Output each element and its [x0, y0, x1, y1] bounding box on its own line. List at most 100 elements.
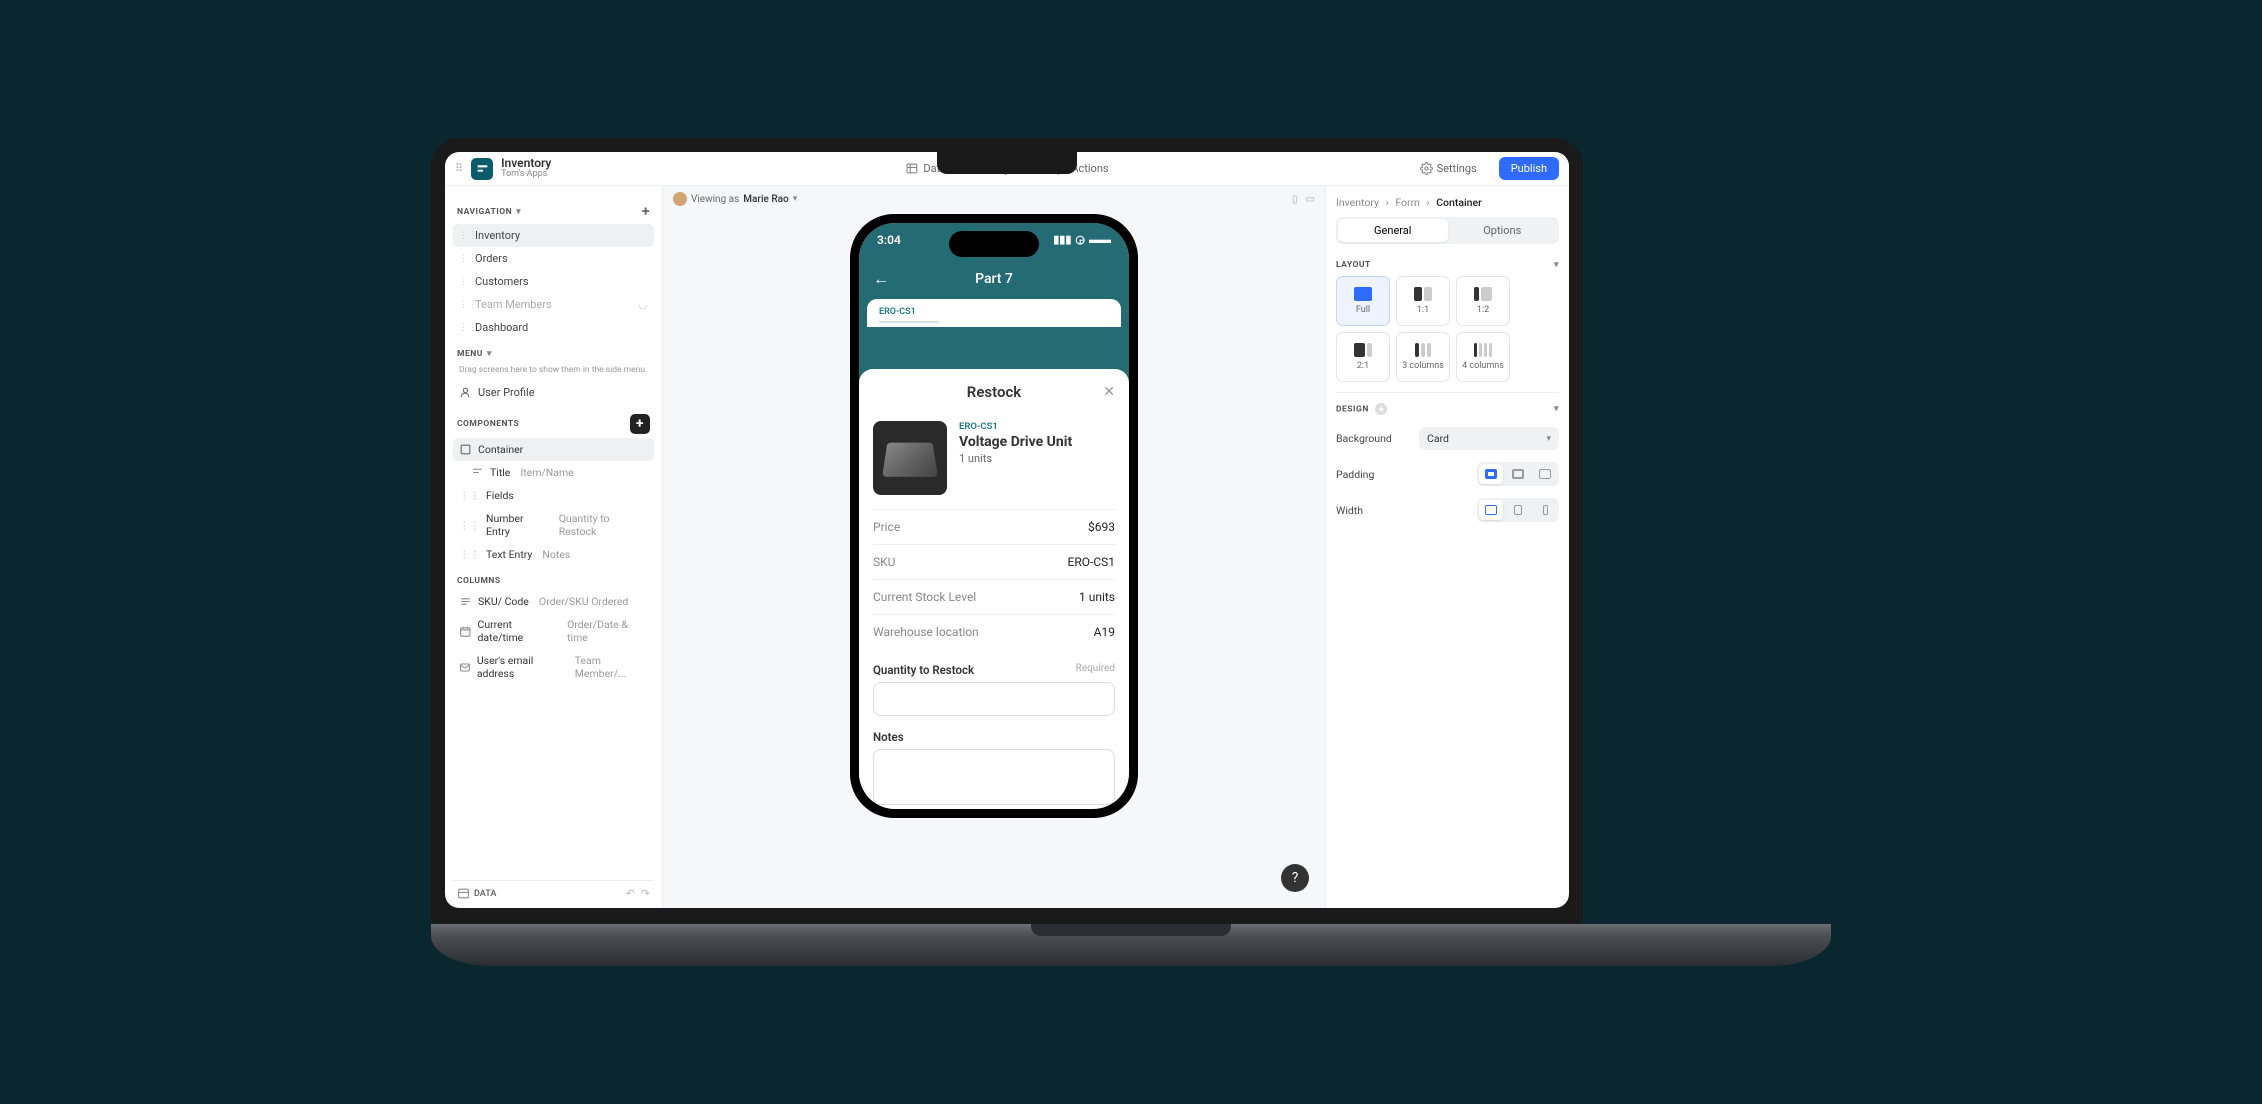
tab-options[interactable]: Options: [1448, 219, 1558, 242]
restock-sheet: Restock ✕ ERO-CS1 Voltage Drive Unit: [859, 369, 1129, 809]
close-icon[interactable]: ✕: [1103, 384, 1115, 400]
right-panel: Inventory › Form › Container General Opt…: [1325, 186, 1569, 908]
app-logo: [471, 158, 493, 180]
wifi-icon: ◶: [1075, 233, 1085, 246]
back-icon[interactable]: ←: [873, 269, 889, 289]
padding-opt-1[interactable]: [1479, 464, 1503, 484]
title-icon: [471, 466, 484, 479]
component-title[interactable]: Title Item/Name: [453, 461, 654, 484]
design-section-label: DESIGN: [1336, 405, 1369, 415]
signal-icon: ▮▮▮: [1053, 233, 1071, 246]
avatar: [673, 192, 687, 206]
hidden-icon: ◡: [638, 298, 648, 311]
qty-input[interactable]: [873, 682, 1115, 716]
status-icons: ▮▮▮ ◶ ▬▬: [1053, 233, 1111, 246]
chevron-down-icon[interactable]: ▾: [487, 349, 492, 359]
notes-input[interactable]: [873, 749, 1115, 805]
redo-icon[interactable]: ↷: [641, 887, 650, 900]
mail-icon: [459, 661, 471, 674]
crumb-form[interactable]: Form: [1395, 196, 1419, 209]
notes-label: Notes: [873, 730, 904, 744]
component-fields[interactable]: ⋮⋮ Fields: [453, 484, 654, 507]
text-icon: [459, 595, 472, 608]
layout-opt-full[interactable]: Full: [1336, 276, 1390, 326]
nav-item-user-profile[interactable]: User Profile: [453, 381, 654, 404]
undo-icon[interactable]: ↶: [626, 887, 635, 900]
peek-sku: ERO-CS1: [879, 307, 1109, 317]
layout-opt-1-1[interactable]: 1:1: [1396, 276, 1450, 326]
nav-item-customers[interactable]: ⋮⋮Customers: [453, 270, 654, 293]
viewing-as-user[interactable]: Marie Rao: [743, 194, 788, 205]
canvas: Viewing as Marie Rao ▾ ▯ ▭: [663, 186, 1325, 908]
calendar-icon: [459, 625, 472, 638]
component-number-entry[interactable]: ⋮⋮ Number Entry Quantity to Restock: [453, 507, 654, 543]
row-stock: Current Stock Level 1 units: [873, 580, 1115, 615]
publish-button[interactable]: Publish: [1499, 157, 1559, 180]
battery-icon: ▬▬: [1089, 233, 1111, 246]
left-panel: NAVIGATION ▾ + ⋮⋮Inventory ⋮⋮Orders ⋮⋮Cu…: [445, 186, 663, 908]
status-time: 3:04: [877, 233, 901, 247]
sheet-title: Restock: [967, 383, 1021, 401]
settings-button[interactable]: Settings: [1408, 157, 1489, 180]
user-icon: [459, 386, 472, 399]
padding-opt-3[interactable]: [1533, 464, 1557, 484]
columns-section-label: COLUMNS: [457, 576, 501, 586]
menu-section-label: MENU: [457, 349, 483, 359]
crumb-container: Container: [1436, 196, 1482, 209]
info-icon[interactable]: ✦: [1375, 403, 1387, 415]
column-email[interactable]: User's email address Team Member/...: [453, 649, 654, 685]
nav-item-dashboard[interactable]: ⋮⋮Dashboard: [453, 316, 654, 339]
width-label: Width: [1336, 504, 1363, 517]
product-name: Voltage Drive Unit: [959, 434, 1072, 450]
required-label: Required: [1076, 663, 1115, 677]
product-image: [873, 421, 947, 495]
crumb-inventory[interactable]: Inventory: [1336, 196, 1379, 209]
viewing-as-label: Viewing as: [691, 194, 739, 205]
width-toggle: [1477, 498, 1559, 522]
container-icon: [459, 443, 472, 456]
padding-label: Padding: [1336, 468, 1374, 481]
help-button[interactable]: ?: [1281, 864, 1309, 892]
layout-opt-1-2[interactable]: 1:2: [1456, 276, 1510, 326]
data-footer-button[interactable]: DATA: [457, 887, 496, 900]
padding-opt-2[interactable]: [1506, 464, 1530, 484]
column-date[interactable]: Current date/time Order/Date & time: [453, 613, 654, 649]
add-component-button[interactable]: +: [630, 414, 650, 434]
product-sku: ERO-CS1: [959, 421, 1072, 432]
mobile-icon[interactable]: ▯: [1292, 194, 1298, 205]
layout-section-label: LAYOUT: [1336, 260, 1371, 270]
menu-hint: Drag screens here to show them in the si…: [453, 363, 654, 381]
row-price: Price $693: [873, 510, 1115, 545]
product-units: 1 units: [959, 452, 1072, 465]
desktop-icon[interactable]: ▭: [1306, 194, 1315, 205]
layout-opt-2-1[interactable]: 2:1: [1336, 332, 1390, 382]
background-label: Background: [1336, 432, 1392, 445]
app-menu-grid-icon[interactable]: ⠿: [455, 162, 463, 175]
row-sku: SKU ERO-CS1: [873, 545, 1115, 580]
components-section-label: COMPONENTS: [457, 419, 519, 429]
breadcrumb: Inventory › Form › Container: [1336, 194, 1559, 217]
layout-opt-4col[interactable]: 4 columns: [1456, 332, 1510, 382]
component-container[interactable]: Container: [453, 438, 654, 461]
chevron-down-icon[interactable]: ▾: [1554, 260, 1559, 270]
navigation-section-label: NAVIGATION: [457, 207, 512, 217]
width-opt-1[interactable]: [1479, 500, 1503, 520]
qty-label: Quantity to Restock: [873, 663, 974, 677]
component-text-entry[interactable]: ⋮⋮ Text Entry Notes: [453, 543, 654, 566]
data-icon: [457, 887, 470, 900]
column-sku[interactable]: SKU/ Code Order/SKU Ordered: [453, 590, 654, 613]
nav-item-orders[interactable]: ⋮⋮Orders: [453, 247, 654, 270]
page-title: Part 7: [975, 271, 1013, 287]
width-opt-3[interactable]: [1533, 500, 1557, 520]
width-opt-2[interactable]: [1506, 500, 1530, 520]
chevron-down-icon[interactable]: ▾: [793, 194, 798, 204]
chevron-down-icon[interactable]: ▾: [1554, 404, 1559, 414]
tab-general[interactable]: General: [1338, 219, 1448, 242]
row-warehouse: Warehouse location A19: [873, 615, 1115, 649]
background-select[interactable]: Card ▾: [1419, 427, 1559, 450]
chevron-down-icon[interactable]: ▾: [516, 207, 521, 217]
add-navigation-icon[interactable]: +: [642, 204, 650, 220]
nav-item-inventory[interactable]: ⋮⋮Inventory: [453, 224, 654, 247]
layout-opt-3col[interactable]: 3 columns: [1396, 332, 1450, 382]
nav-item-team-members[interactable]: ⋮⋮Team Members◡: [453, 293, 654, 316]
